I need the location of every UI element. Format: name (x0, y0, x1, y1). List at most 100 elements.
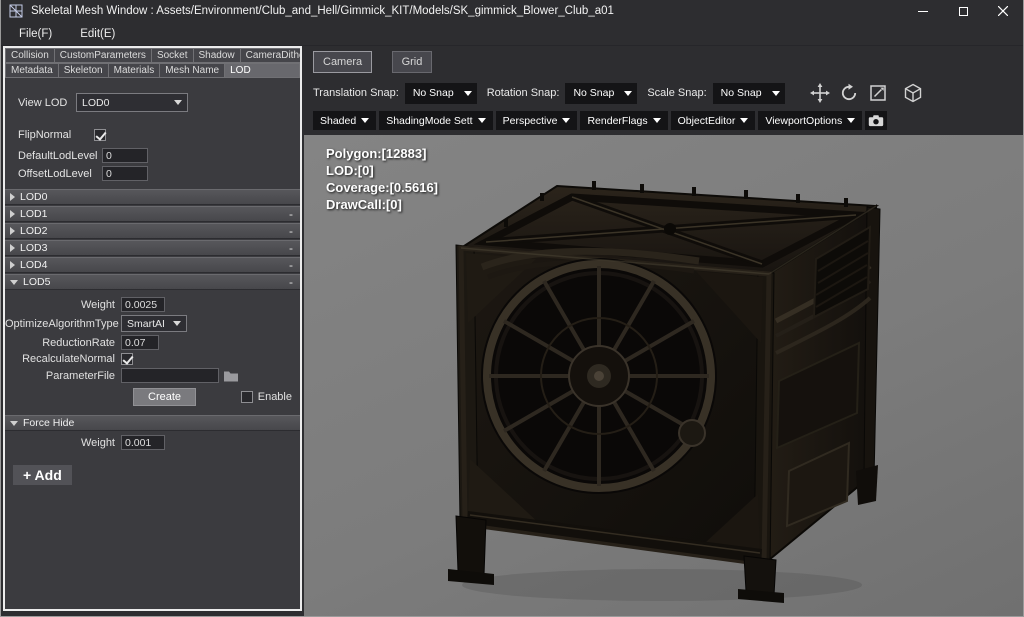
tab-lod[interactable]: LOD (225, 63, 300, 78)
remove-lod-button[interactable]: - (289, 208, 293, 221)
lod-section-header-lod2[interactable]: LOD2 - (5, 223, 300, 239)
offset-lod-input[interactable] (102, 166, 148, 181)
lod-section-header-lod3[interactable]: LOD3 - (5, 240, 300, 256)
collapse-icon (10, 227, 15, 235)
tab-shadow[interactable]: Shadow (194, 48, 241, 63)
chevron-down-icon (740, 118, 748, 123)
flip-normal-row: FlipNormal (5, 129, 300, 141)
tab-socket[interactable]: Socket (152, 48, 194, 63)
rotation-snap-label: Rotation Snap: (487, 87, 560, 99)
render-flags-label: RenderFlags (587, 115, 647, 127)
shading-mode-label: ShadingMode Sett (386, 115, 472, 127)
view-lod-dropdown[interactable]: LOD0 (76, 93, 188, 112)
scale-icon (868, 83, 888, 103)
object-editor-dropdown[interactable]: ObjectEditor (671, 111, 756, 130)
menu-edit[interactable]: Edit(E) (80, 28, 115, 40)
tab-metadata[interactable]: Metadata (5, 63, 59, 78)
rotate-tool-button[interactable] (838, 82, 860, 104)
optimize-algorithm-value: SmartAI (127, 318, 165, 330)
shading-mode-dropdown[interactable]: ShadingMode Sett (379, 111, 492, 130)
weight-row: Weight (5, 297, 300, 312)
translation-snap-value: No Snap (413, 87, 454, 99)
tab-materials[interactable]: Materials (109, 63, 161, 78)
menubar: File(F) Edit(E) (1, 22, 1023, 46)
enable-label: Enable (258, 391, 292, 403)
toolbar-row-snaps: Translation Snap: No Snap Rotation Snap:… (313, 82, 1017, 104)
stat-drawcall: DrawCall:[0] (326, 196, 438, 213)
shaded-label: Shaded (320, 115, 356, 127)
remove-lod-button[interactable]: - (289, 259, 293, 272)
section-label: LOD3 (20, 242, 47, 254)
camera-icon (868, 114, 884, 127)
translation-snap-select[interactable]: No Snap (405, 83, 477, 104)
reduction-rate-row: ReductionRate (5, 335, 300, 350)
view-lod-label: View LOD (18, 97, 76, 109)
lod-section-header-lod5[interactable]: LOD5 - (5, 274, 300, 290)
titlebar: Skeletal Mesh Window : Assets/Environmen… (1, 0, 1023, 22)
menu-file[interactable]: File(F) (19, 28, 52, 40)
minimize-icon (918, 11, 928, 12)
collapse-icon (10, 210, 15, 218)
scale-snap-select[interactable]: No Snap (713, 83, 785, 104)
lod-section-header-lod1[interactable]: LOD1 - (5, 206, 300, 222)
expand-icon (10, 280, 18, 285)
maximize-button[interactable] (943, 0, 983, 22)
screenshot-button[interactable] (865, 111, 887, 130)
toolbar-row-modes: Camera Grid (313, 51, 1017, 73)
stat-coverage: Coverage:[0.5616] (326, 179, 438, 196)
scale-tool-button[interactable] (867, 82, 889, 104)
scale-snap-label: Scale Snap: (647, 87, 706, 99)
default-lod-input[interactable] (102, 148, 148, 163)
3d-viewport[interactable]: Polygon:[12883] LOD:[0] Coverage:[0.5616… (304, 135, 1023, 616)
parameter-file-input[interactable] (121, 368, 219, 383)
minimize-button[interactable] (903, 0, 943, 22)
perspective-dropdown[interactable]: Perspective (496, 111, 578, 130)
reduction-rate-input[interactable] (121, 335, 159, 350)
shaded-dropdown[interactable]: Shaded (313, 111, 376, 130)
enable-checkbox[interactable] (241, 391, 253, 403)
lod-section-header-lod0[interactable]: LOD0 (5, 189, 300, 205)
collapse-icon (10, 193, 15, 201)
tab-skeleton[interactable]: Skeleton (59, 63, 109, 78)
browse-file-button[interactable] (223, 368, 243, 383)
parameter-file-row: ParameterFile (5, 368, 300, 383)
move-tool-button[interactable] (809, 82, 831, 104)
offset-lod-row: OffsetLodLevel (5, 166, 300, 181)
weight-input[interactable] (121, 297, 165, 312)
section-label: LOD0 (20, 191, 47, 203)
blower-mesh-3d-model (444, 171, 891, 608)
perspective-label: Perspective (503, 115, 558, 127)
window-controls (903, 0, 1023, 22)
remove-lod-button[interactable]: - (289, 225, 293, 238)
rotation-snap-select[interactable]: No Snap (565, 83, 637, 104)
force-hide-weight-input[interactable] (121, 435, 165, 450)
section-label: LOD5 (23, 276, 50, 288)
enable-group: Enable (241, 391, 292, 403)
flip-normal-checkbox[interactable] (94, 129, 106, 141)
remove-lod-button[interactable]: - (289, 276, 293, 289)
optimize-algorithm-dropdown[interactable]: SmartAI (121, 315, 187, 332)
tab-collision[interactable]: Collision (5, 48, 55, 63)
create-button[interactable]: Create (133, 388, 196, 406)
viewport-options-dropdown[interactable]: ViewportOptions (758, 111, 862, 130)
remove-lod-button[interactable]: - (289, 242, 293, 255)
bounding-box-tool-button[interactable] (902, 82, 924, 104)
camera-mode-button[interactable]: Camera (313, 51, 372, 73)
chevron-down-icon (653, 118, 661, 123)
panel-tabs-row2: Metadata Skeleton Materials Mesh Name LO… (5, 63, 300, 78)
render-flags-dropdown[interactable]: RenderFlags (580, 111, 667, 130)
tab-mesh-name[interactable]: Mesh Name (160, 63, 225, 78)
tab-customparameters[interactable]: CustomParameters (55, 48, 152, 63)
force-hide-section-header[interactable]: Force Hide (5, 415, 300, 431)
tab-cameradither[interactable]: CameraDither (241, 48, 302, 63)
recalculate-normal-checkbox[interactable] (121, 353, 133, 365)
gizmo-tools (809, 82, 924, 104)
add-lod-button[interactable]: + Add (13, 465, 72, 485)
close-button[interactable] (983, 0, 1023, 22)
collapse-icon (10, 261, 15, 269)
stat-lod: LOD:[0] (326, 162, 438, 179)
skeletal-mesh-window: { "window": { "title": "Skeletal Mesh Wi… (0, 0, 1024, 617)
grid-toggle-button[interactable]: Grid (392, 51, 433, 73)
lod-section-header-lod4[interactable]: LOD4 - (5, 257, 300, 273)
default-lod-row: DefaultLodLevel (5, 148, 300, 163)
